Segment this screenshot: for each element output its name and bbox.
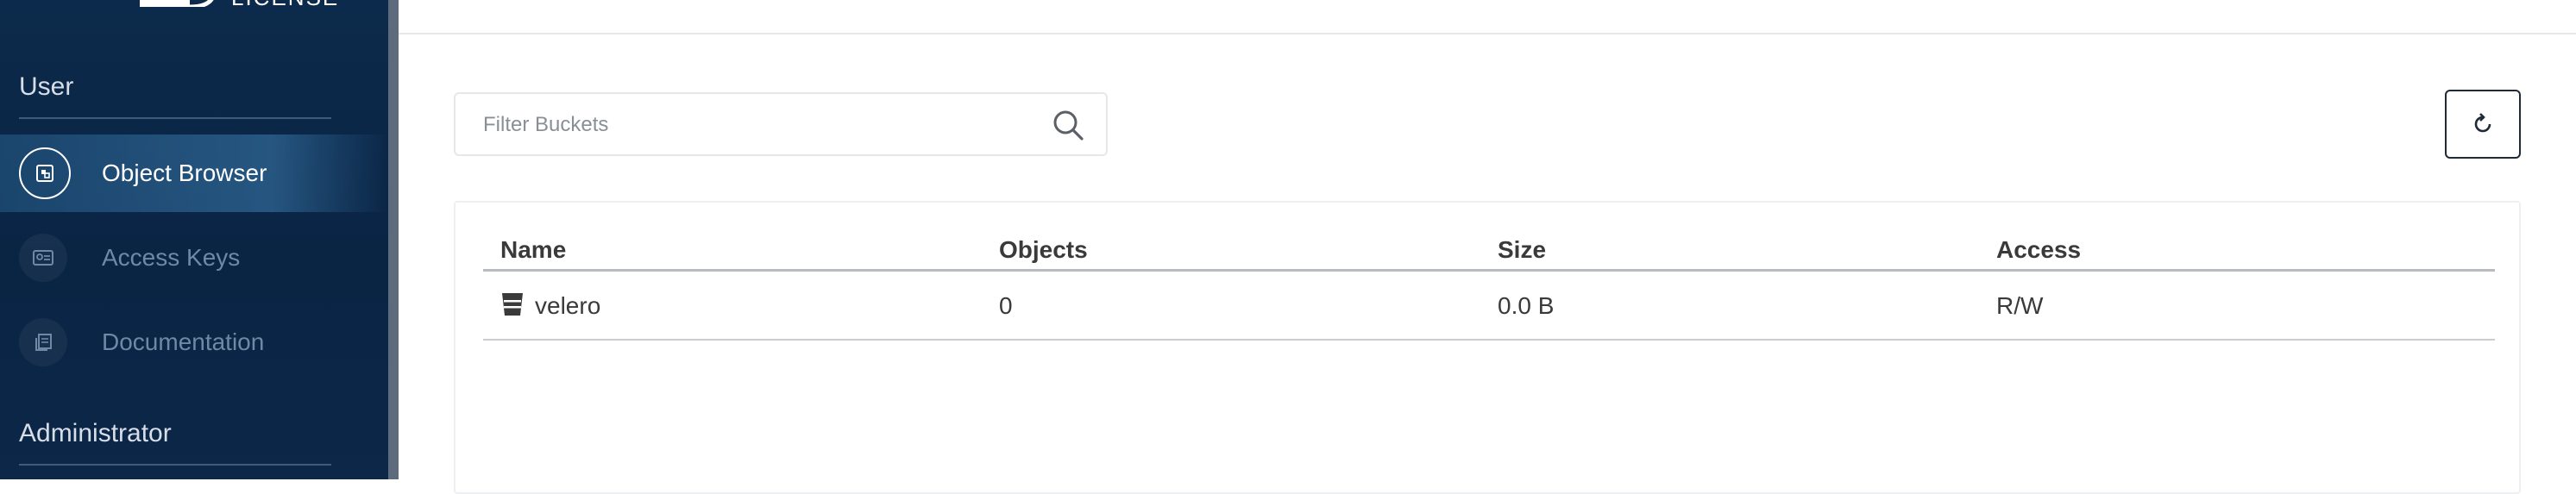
refresh-button[interactable]	[2445, 90, 2521, 159]
column-header-name[interactable]: Name	[500, 236, 566, 264]
sidebar-item-label: Object Browser	[102, 159, 267, 186]
filter-buckets-input[interactable]	[481, 94, 1037, 156]
object-browser-icon	[19, 147, 71, 199]
section-divider	[19, 117, 331, 119]
logo-icon	[140, 0, 214, 7]
logo-text: LICENSE	[231, 0, 339, 11]
table-cell-size: 0.0 B	[1498, 292, 1555, 319]
column-header-size[interactable]: Size	[1498, 236, 1546, 264]
refresh-icon	[2474, 113, 2491, 133]
sidebar-item-label: Access Keys	[102, 244, 241, 271]
sidebar-item-access-keys[interactable]: Access Keys	[0, 219, 388, 297]
sidebar: LICENSE User Object Browser Access Keys	[0, 0, 388, 479]
sidebar-item-object-browser[interactable]: Object Browser	[0, 134, 388, 212]
table-cell-access: R/W	[1996, 292, 2044, 319]
table-row-divider	[483, 339, 2495, 341]
filter-buckets-box	[454, 92, 1108, 156]
table-cell-objects: 0	[999, 292, 1013, 319]
table-header-divider	[483, 269, 2495, 272]
sidebar-item-label: Documentation	[102, 328, 265, 355]
header-divider	[399, 33, 2576, 34]
section-title-administrator: Administrator	[19, 419, 172, 447]
access-keys-icon	[19, 234, 67, 282]
sidebar-item-documentation[interactable]: Documentation	[0, 303, 388, 381]
documentation-icon	[19, 318, 67, 366]
table-cell-name[interactable]: velero	[535, 292, 600, 320]
column-header-objects[interactable]: Objects	[999, 236, 1088, 264]
section-divider	[19, 464, 331, 466]
sidebar-border	[388, 0, 399, 479]
column-header-access[interactable]: Access	[1996, 236, 2081, 264]
bucket-icon	[502, 293, 523, 316]
search-icon[interactable]	[1051, 108, 1085, 142]
section-title-user: User	[19, 72, 74, 101]
buckets-table	[454, 201, 2521, 494]
